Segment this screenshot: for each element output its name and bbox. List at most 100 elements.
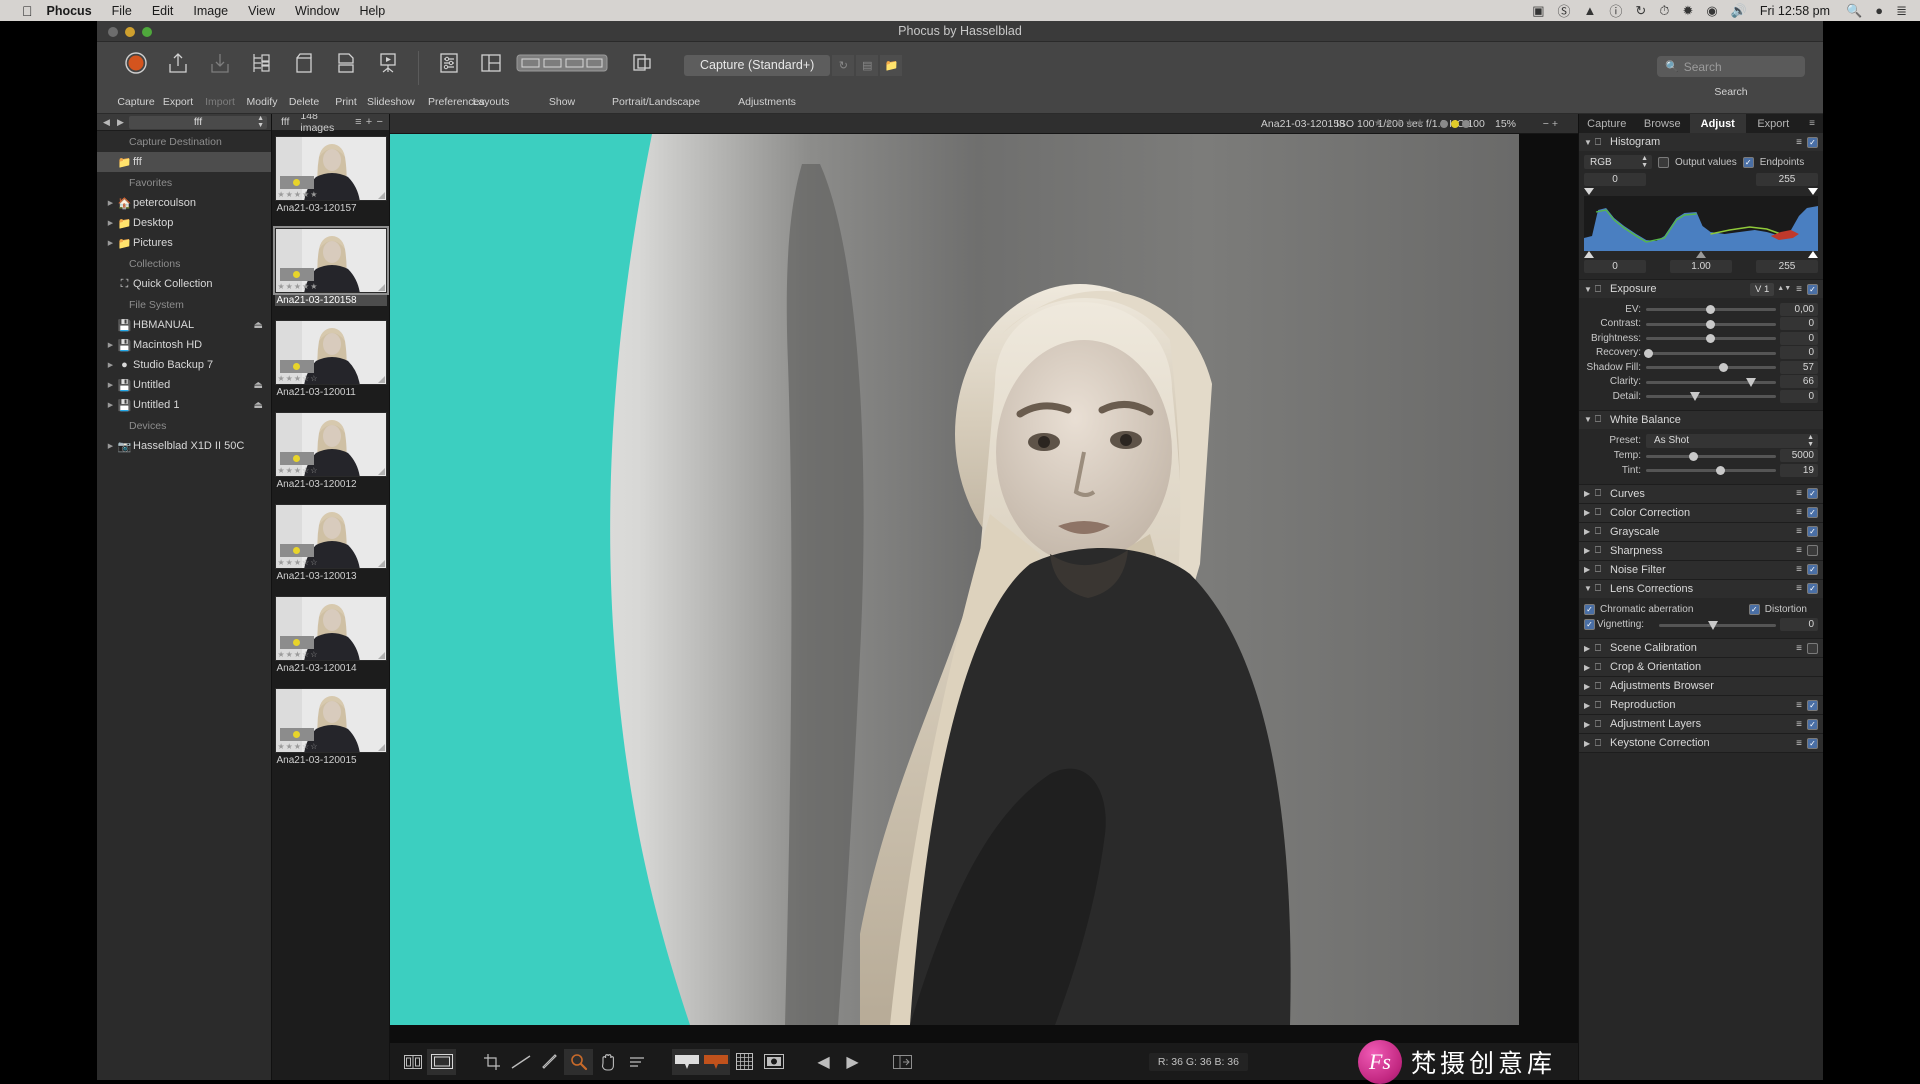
close-button[interactable] bbox=[108, 27, 118, 37]
sidebar-item-petercoulson[interactable]: ▶ 🏠 petercoulson bbox=[97, 193, 271, 213]
slider-row[interactable]: Brightness: 0 bbox=[1584, 331, 1818, 346]
sidebar-item-desktop[interactable]: ▶ 📁 Desktop bbox=[97, 213, 271, 233]
thumbnail-stars[interactable]: ★★★★★ bbox=[278, 190, 319, 199]
sync-icon[interactable]: ↻ bbox=[1635, 3, 1646, 19]
disclosure-closed-icon[interactable]: ▶ bbox=[1584, 565, 1595, 574]
section-menu-icon[interactable]: ≡ bbox=[1796, 545, 1802, 556]
section-header[interactable]: ▶⎕ Scene Calibration ≡ ✓ bbox=[1579, 639, 1823, 657]
slider-row[interactable]: EV: 0,00 bbox=[1584, 302, 1818, 317]
time-machine-icon[interactable]: ⏱ bbox=[1659, 3, 1669, 19]
thumbnail-item[interactable]: ★★★☆☆ Ana21-03-120011 bbox=[274, 320, 387, 398]
section-header[interactable]: ▶ ⎕ Grayscale ≡ ✓ bbox=[1579, 522, 1823, 541]
disclosure-triangle-icon[interactable]: ▶ bbox=[105, 442, 116, 450]
menu-item-edit[interactable]: Edit bbox=[152, 4, 174, 18]
sidebar-item-untitled[interactable]: ▶ 💾 Untitled ⏏ bbox=[97, 375, 271, 395]
disclosure-triangle-icon[interactable]: ▶ bbox=[105, 361, 116, 369]
slider-value[interactable]: 0 bbox=[1780, 317, 1818, 331]
prev-arrow-icon[interactable]: ◀ bbox=[809, 1049, 838, 1075]
apple-logo-icon[interactable]:  bbox=[22, 4, 33, 18]
disclosure-closed-icon[interactable]: ▶ bbox=[1584, 546, 1595, 555]
disclosure-closed-icon[interactable]: ▶ bbox=[1584, 644, 1595, 653]
section-menu-icon[interactable]: ≡ bbox=[1796, 507, 1802, 518]
crop-icon[interactable] bbox=[477, 1049, 506, 1075]
thumbnail-item[interactable]: ★★★☆☆ Ana21-03-120012 bbox=[274, 412, 387, 490]
slider-value[interactable]: 0 bbox=[1780, 331, 1818, 345]
slider-knob[interactable] bbox=[1707, 620, 1718, 630]
histogram-left-marker[interactable] bbox=[1584, 188, 1594, 195]
thumbnail-image[interactable]: ★★★☆☆ bbox=[274, 412, 387, 477]
sidebar-item-fff[interactable]: 📁 fff bbox=[97, 152, 271, 172]
slider-row[interactable]: Recovery: 0 bbox=[1584, 346, 1818, 361]
slider-track[interactable] bbox=[1646, 302, 1776, 316]
toolbar-orientation-button[interactable] bbox=[612, 42, 672, 88]
slider-value[interactable]: 57 bbox=[1780, 360, 1818, 374]
histogram-channel-select[interactable]: RGB ▲ ▼ bbox=[1584, 155, 1652, 169]
version-badge[interactable]: V 1 bbox=[1750, 282, 1775, 296]
thumbnail-item[interactable]: ★★★☆☆ Ana21-03-120013 bbox=[274, 504, 387, 582]
color-dot-gray-2[interactable] bbox=[1462, 119, 1470, 128]
section-enable-checkbox[interactable]: ✓ bbox=[1748, 604, 1760, 615]
section-header[interactable]: ▼ ⎕ Histogram ≡ ✓ bbox=[1579, 133, 1823, 151]
vignetting-row[interactable]: ✓ Vignetting: 0 bbox=[1584, 618, 1818, 633]
histogram-highlight-marker[interactable] bbox=[1808, 251, 1818, 258]
menu-item-phocus[interactable]: Phocus bbox=[47, 4, 92, 18]
slider-row[interactable]: Detail: 0 bbox=[1584, 389, 1818, 404]
section-enable-checkbox[interactable]: ✓ bbox=[1807, 526, 1818, 537]
menu-item-file[interactable]: File bbox=[112, 4, 132, 18]
section-header[interactable]: ▶ ⎕ Crop & Orientation bbox=[1579, 658, 1823, 676]
slider-track[interactable] bbox=[1646, 389, 1776, 403]
section-enable-checkbox[interactable]: ✓ bbox=[1807, 699, 1818, 711]
stepper-icon[interactable]: ▲ ▼ bbox=[1641, 155, 1648, 169]
split-view-icon[interactable] bbox=[888, 1049, 917, 1075]
thumbnail-stars[interactable]: ★★★☆☆ bbox=[278, 466, 319, 475]
slider-knob[interactable] bbox=[1719, 363, 1728, 373]
toolbar-import-button[interactable] bbox=[199, 42, 241, 88]
slider-knob[interactable] bbox=[1716, 466, 1726, 476]
thumbnail-image[interactable]: ★★★☆☆ bbox=[274, 320, 387, 385]
sidebar-item-macintosh-hd[interactable]: ▶ 💾 Macintosh HD bbox=[97, 335, 271, 355]
eject-icon[interactable]: ⏏ bbox=[254, 400, 263, 411]
section-header[interactable]: ▶ ⎕ Keystone Correction ≡ ✓ bbox=[1579, 734, 1823, 752]
section-enable-checkbox[interactable]: ✓ bbox=[1807, 583, 1818, 594]
slider-track[interactable] bbox=[1646, 317, 1776, 331]
panel-menu-icon[interactable]: ≡ bbox=[1801, 114, 1823, 133]
vignetting-value[interactable]: 0 bbox=[1780, 618, 1818, 632]
histogram-gamma-marker[interactable] bbox=[1696, 251, 1706, 258]
slider-value[interactable]: 5000 bbox=[1780, 449, 1818, 463]
next-arrow-icon[interactable]: ▶ bbox=[838, 1049, 867, 1075]
disclosure-open-icon[interactable]: ▼ bbox=[1584, 584, 1595, 593]
tab-capture[interactable]: Capture bbox=[1579, 114, 1635, 133]
thumbnail-image[interactable]: ★★★☆☆ bbox=[274, 688, 387, 753]
histogram-out-black[interactable]: 0 bbox=[1584, 260, 1646, 273]
section-header[interactable]: ▶⎕ Sharpness ≡ ✓ bbox=[1579, 541, 1823, 560]
slider-track[interactable] bbox=[1646, 360, 1776, 374]
thumbnail-item[interactable]: ★★★★★ Ana21-03-120158 bbox=[272, 226, 389, 306]
slider-knob[interactable] bbox=[1689, 451, 1699, 461]
disclosure-closed-icon[interactable]: ▶ bbox=[1584, 663, 1595, 672]
toolbar-modify-button[interactable] bbox=[241, 42, 283, 88]
control-center-icon[interactable]: ≣ bbox=[1896, 3, 1907, 19]
search-icon[interactable]: 🔍 bbox=[1846, 3, 1862, 19]
section-header[interactable]: ▼ ⎕ Exposure V 1 ▲▼ ≡ ✓ bbox=[1579, 280, 1823, 298]
thumbnail-image[interactable]: ★★★★★ bbox=[272, 226, 389, 295]
disclosure-triangle-icon[interactable]: ▶ bbox=[105, 401, 116, 409]
slider-value[interactable]: 19 bbox=[1780, 463, 1818, 477]
section-menu-icon[interactable]: ≡ bbox=[1796, 284, 1802, 295]
sidebar-item-hbmanual[interactable]: 💾 HBMANUAL ⏏ bbox=[97, 315, 271, 335]
thumbnail-stars[interactable]: ★★★☆☆ bbox=[278, 650, 319, 659]
section-menu-icon[interactable]: ≡ bbox=[1796, 488, 1802, 499]
retouch-brush-icon[interactable] bbox=[535, 1049, 564, 1075]
histogram-white-point[interactable]: 255 bbox=[1756, 173, 1818, 186]
thumbnail-stars[interactable]: ★★★☆☆ bbox=[278, 742, 319, 751]
wb-preset-select[interactable]: As Shot ▲ ▼ bbox=[1646, 433, 1818, 448]
section-header[interactable]: ▶ ⎕ Curves ≡ ✓ bbox=[1579, 484, 1823, 503]
browser-menu-icon[interactable]: ≡ bbox=[353, 116, 364, 128]
reset-icon[interactable]: ↻ bbox=[832, 54, 855, 76]
gradient-strip-icon[interactable] bbox=[672, 1048, 701, 1075]
nav-back-icon[interactable]: ◀ bbox=[101, 117, 112, 128]
thumbnail-image[interactable]: ★★★☆☆ bbox=[274, 504, 387, 569]
disclosure-triangle-icon[interactable]: ▶ bbox=[105, 239, 116, 247]
disclosure-closed-icon[interactable]: ▶ bbox=[1584, 739, 1595, 748]
color-dot-gray-1[interactable] bbox=[1440, 119, 1448, 128]
section-enable-checkbox[interactable]: ✓ bbox=[1807, 488, 1818, 499]
